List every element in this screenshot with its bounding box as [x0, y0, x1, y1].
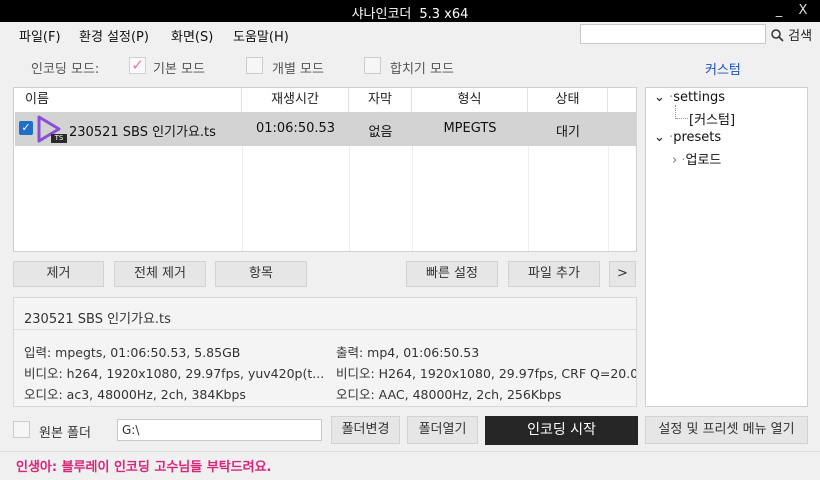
column-header-subtitle[interactable]: 자막: [349, 88, 412, 112]
title-bar: 샤나인코더 5.3 x64 _ X: [0, 0, 820, 22]
chevron-down-icon: ⌄: [654, 130, 665, 145]
preset-tree[interactable]: ⌄ ·settings [커스텀] ⌄ ·presets › ·업로드: [645, 87, 808, 407]
menu-help[interactable]: 도움말(H): [233, 26, 289, 45]
original-folder-label: 원본 폴더: [39, 426, 91, 441]
info-input-video: 비디오: h264, 1920x1080, 29.97fps, yuv420p(…: [24, 366, 324, 381]
column-header-format[interactable]: 형식: [412, 88, 528, 112]
change-folder-button[interactable]: 폴더변경: [331, 416, 400, 444]
start-encoding-button[interactable]: 인코딩 시작: [485, 416, 638, 445]
row-status: 대기: [556, 125, 580, 140]
search-icon: [771, 29, 784, 42]
tree-node-settings[interactable]: ⌄ ·settings: [654, 90, 725, 105]
window-title: 샤나인코더 5.3 x64: [0, 3, 820, 22]
info-filename: 230521 SBS 인기가요.ts: [24, 312, 171, 327]
individual-mode-label: 개별 모드: [272, 62, 324, 77]
remove-all-button[interactable]: 전체 제거: [114, 261, 206, 287]
column-header-name[interactable]: 이름: [14, 88, 242, 112]
info-input: 입력: mpegts, 01:06:50.53, 5.85GB: [24, 345, 241, 360]
search-button[interactable]: 검색: [771, 25, 812, 44]
encoding-mode-label: 인코딩 모드:: [31, 62, 100, 77]
individual-mode-checkbox[interactable]: [246, 57, 263, 74]
menu-preferences[interactable]: 환경 설정(P): [79, 26, 149, 45]
info-input-audio: 오디오: ac3, 48000Hz, 2ch, 384Kbps: [24, 387, 246, 402]
row-duration: 01:06:50.53: [255, 121, 336, 136]
file-list[interactable]: 이름 재생시간 자막 형식 상태 ✓ TS 230521 SBS 인기가요.ts…: [13, 87, 637, 252]
ts-badge: TS: [51, 134, 67, 143]
tree-node-presets[interactable]: ⌄ ·presets: [654, 130, 721, 145]
info-output: 출력: mp4, 01:06:50.53: [336, 345, 480, 360]
info-output-video: 비디오: H264, 1920x1080, 29.97fps, CRF Q=20…: [336, 366, 636, 381]
basic-mode-checkbox[interactable]: ✓: [129, 57, 146, 74]
tree-node-label: settings: [673, 90, 726, 105]
chevron-down-icon: ⌄: [654, 90, 665, 105]
file-info-panel: 230521 SBS 인기가요.ts 입력: mpegts, 01:06:50.…: [13, 297, 637, 407]
search-input[interactable]: [580, 24, 766, 44]
tree-node-label: 업로드: [685, 153, 722, 168]
quick-settings-button[interactable]: 빠른 설정: [406, 261, 498, 287]
custom-preset-link[interactable]: 커스텀: [705, 59, 741, 78]
menu-file[interactable]: 파일(F): [19, 26, 61, 45]
more-button[interactable]: >: [609, 261, 636, 287]
chevron-right-icon: ›: [672, 153, 678, 168]
column-header-duration[interactable]: 재생시간: [242, 88, 349, 112]
row-filename: 230521 SBS 인기가요.ts: [69, 125, 216, 140]
row-subtitle: 없음: [368, 125, 393, 140]
settings-preset-menu-button[interactable]: 설정 및 프리셋 메뉴 열기: [645, 416, 808, 444]
table-row[interactable]: ✓ TS 230521 SBS 인기가요.ts 01:06:50.53 없음 M…: [15, 112, 637, 146]
row-format: MPEGTS: [443, 121, 497, 136]
tree-node-label: presets: [673, 130, 722, 145]
column-header-status[interactable]: 상태: [528, 88, 608, 112]
menu-view[interactable]: 화면(S): [171, 26, 213, 45]
open-folder-button[interactable]: 폴더열기: [407, 416, 478, 444]
app-name: 샤나인코더: [351, 7, 412, 22]
app-version: 5.3 x64: [419, 7, 469, 22]
basic-mode-label: 기본 모드: [153, 62, 205, 77]
info-output-audio: 오디오: AAC, 48000Hz, 2ch, 256Kbps: [336, 387, 562, 402]
output-folder-input[interactable]: G:\: [117, 419, 322, 441]
add-file-button[interactable]: 파일 추가: [508, 261, 600, 287]
checkmark-icon: ✓: [21, 121, 31, 134]
status-message: 인생아: 블루레이 인코딩 고수님들 부탁드려요.: [16, 460, 272, 475]
close-button[interactable]: X: [790, 0, 816, 22]
remove-button[interactable]: 제거: [13, 261, 104, 287]
tree-node-upload[interactable]: › ·업로드: [672, 149, 721, 168]
tree-node-custom[interactable]: [커스텀]: [689, 109, 735, 128]
search-label: 검색: [788, 29, 813, 44]
original-folder-checkbox[interactable]: [13, 421, 30, 438]
encoding-mode-bar: 인코딩 모드: ✓ 기본 모드 개별 모드 합치기 모드 커스텀: [0, 46, 820, 86]
minimize-button[interactable]: _: [766, 0, 792, 22]
merge-mode-label: 합치기 모드: [390, 62, 454, 77]
merge-mode-checkbox[interactable]: [364, 57, 381, 74]
item-button[interactable]: 항목: [215, 261, 307, 287]
row-checkbox[interactable]: ✓: [19, 121, 33, 135]
checkmark-icon: ✓: [131, 56, 144, 74]
